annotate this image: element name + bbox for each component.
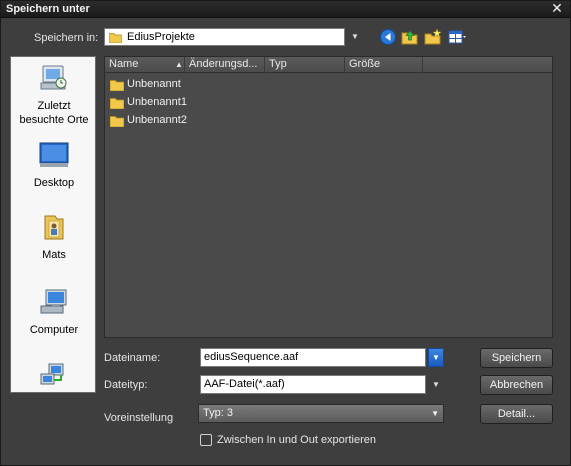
current-folder: EdiusProjekte xyxy=(127,31,195,43)
computer-icon xyxy=(40,289,67,314)
folder-icon xyxy=(109,33,122,43)
place-label: Mats xyxy=(42,249,66,261)
save-in-label: Speichern in: xyxy=(34,32,99,44)
detail-button[interactable]: Detail... xyxy=(480,404,553,424)
preset-label: Voreinstellung xyxy=(104,412,174,424)
place-label-line2: besuchte Orte xyxy=(19,114,89,126)
dialog-title: Speichern unter xyxy=(6,3,90,15)
new-folder-icon[interactable] xyxy=(424,28,442,46)
up-folder-icon[interactable] xyxy=(401,28,419,46)
place-recent[interactable]: Zuletzt besuchte Orte xyxy=(11,63,95,127)
chevron-down-icon[interactable]: ▼ xyxy=(349,28,361,46)
sort-up-icon: ▲ xyxy=(175,60,183,69)
place-label: Computer xyxy=(29,324,79,336)
back-icon[interactable] xyxy=(379,28,397,46)
filename-label: Dateiname: xyxy=(104,352,161,364)
save-in-combo[interactable]: EdiusProjekte xyxy=(104,28,345,46)
column-type-label: Typ xyxy=(269,58,287,70)
place-label: Desktop xyxy=(33,177,75,189)
column-type[interactable]: Typ xyxy=(265,57,345,73)
filetype-select[interactable]: AAF-Datei(*.aaf) xyxy=(200,375,426,394)
close-icon[interactable]: ✕ xyxy=(550,1,564,16)
column-size[interactable]: Größe xyxy=(345,57,423,73)
place-desktop[interactable]: Desktop xyxy=(11,140,95,190)
place-computer[interactable]: Computer xyxy=(11,287,95,337)
recent-places-icon xyxy=(40,65,67,90)
column-header: Name ▲ Änderungsd... Typ Größe xyxy=(105,57,552,73)
column-size-label: Größe xyxy=(349,58,381,70)
folder-icon xyxy=(110,116,124,127)
title-bar[interactable]: Speichern unter ✕ xyxy=(1,1,570,18)
cancel-button[interactable]: Abbrechen xyxy=(480,375,553,395)
column-date-label: Änderungsd... xyxy=(189,58,258,70)
column-date[interactable]: Änderungsd... xyxy=(185,57,265,73)
save-as-dialog: Speichern unter ✕ Speichern in: EdiusPro… xyxy=(0,0,571,466)
file-name: Unbenannt2 xyxy=(127,114,187,126)
view-menu-icon[interactable] xyxy=(448,28,466,46)
file-list[interactable]: Name ▲ Änderungsd... Typ Größe Unbenannt … xyxy=(104,56,553,338)
column-name-label: Name xyxy=(109,58,139,70)
folder-icon xyxy=(110,98,124,109)
folder-icon xyxy=(110,80,124,91)
chevron-down-icon[interactable]: ▼ xyxy=(429,375,443,394)
place-network[interactable] xyxy=(11,360,95,392)
filename-input[interactable]: ediusSequence.aaf xyxy=(200,348,426,367)
file-name: Unbenannt xyxy=(127,78,181,90)
column-name[interactable]: Name ▲ xyxy=(105,57,185,73)
network-icon xyxy=(40,363,64,385)
export-range-checkbox[interactable] xyxy=(200,434,212,446)
preset-value: Typ: 3 xyxy=(203,407,233,419)
filename-dropdown-button[interactable]: ▼ xyxy=(428,348,444,367)
desktop-icon xyxy=(39,142,69,167)
export-range-label[interactable]: Zwischen In und Out exportieren xyxy=(217,434,376,446)
places-bar: Zuletzt besuchte Orte Desktop Mats Compu… xyxy=(10,56,96,393)
user-folder-icon xyxy=(44,215,64,240)
save-button[interactable]: Speichern xyxy=(480,348,553,368)
place-label-line1: Zuletzt xyxy=(37,100,71,112)
preset-select[interactable]: Typ: 3 ▼ xyxy=(198,404,444,423)
file-name: Unbenannt1 xyxy=(127,96,187,108)
place-user[interactable]: Mats xyxy=(11,212,95,262)
chevron-down-icon: ▼ xyxy=(431,409,439,418)
filetype-label: Dateityp: xyxy=(104,379,148,391)
